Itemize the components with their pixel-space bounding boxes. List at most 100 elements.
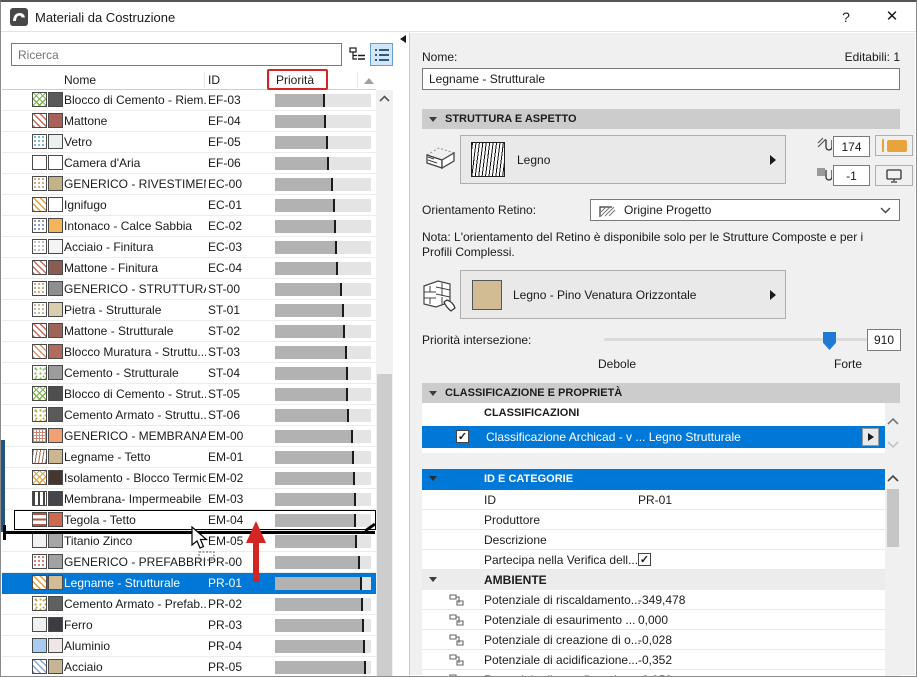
- cut-fill-icon: [425, 147, 456, 170]
- priority-bar-fill: [275, 472, 355, 485]
- priority-bar: [275, 409, 371, 422]
- priority-bar-fill: [275, 598, 364, 611]
- table-row[interactable]: Membrana- Impermeabile EM-03: [2, 489, 376, 510]
- classification-label: Classificazione Archicad - v ... Legno S…: [486, 430, 741, 444]
- fill-pattern-swatch: [471, 142, 505, 177]
- priority-bar: [275, 241, 371, 254]
- property-row[interactable]: Partecipa nella Verifica dell... ✓: [422, 550, 885, 570]
- table-row[interactable]: Aluminio PR-04: [2, 636, 376, 657]
- table-row[interactable]: GENERICO - MEMBRANA ... EM-00: [2, 426, 376, 447]
- table-row[interactable]: Blocco di Cemento - Riem... EF-03: [2, 90, 376, 111]
- help-button[interactable]: ?: [833, 6, 859, 28]
- cut-pattern-swatch: [32, 218, 47, 233]
- table-row[interactable]: Ferro PR-03: [2, 615, 376, 636]
- table-row[interactable]: Vetro EF-05: [2, 132, 376, 153]
- table-row[interactable]: Blocco di Cemento - Strut... ST-05: [2, 384, 376, 405]
- surface-color-swatch: [48, 470, 63, 485]
- table-row[interactable]: Cemento - Strutturale ST-04: [2, 363, 376, 384]
- material-id: EF-04: [208, 114, 241, 128]
- surface-selector-button[interactable]: Legno - Pino Venatura Orizzontale: [460, 270, 786, 319]
- table-row[interactable]: Mattone - Strutturale ST-02: [2, 321, 376, 342]
- table-row[interactable]: Legname - Strutturale PR-01: [2, 573, 376, 594]
- table-row[interactable]: GENERICO - RIVESTIMENT...EC-00: [2, 174, 376, 195]
- column-header-name[interactable]: Nome: [64, 73, 96, 87]
- table-row[interactable]: Ignifugo EC-01: [2, 195, 376, 216]
- material-name-input[interactable]: [422, 68, 900, 90]
- table-row[interactable]: Legname - Tetto EM-01: [2, 447, 376, 468]
- property-group-header[interactable]: ID E CATEGORIE: [422, 469, 885, 490]
- priority-bar: [275, 640, 371, 653]
- priority-bar-fill: [275, 178, 333, 191]
- panel-collapse-icon[interactable]: [400, 35, 406, 43]
- priority-bar-fill: [275, 283, 343, 296]
- table-row[interactable]: Isolamento - Blocco Termico EM-02: [2, 468, 376, 489]
- property-label: Potenziale di creazione di o...: [484, 633, 641, 647]
- pen-color-button[interactable]: [875, 135, 913, 156]
- property-group-header[interactable]: AMBIENTE: [422, 570, 885, 590]
- property-row[interactable]: Potenziale di eutrofizzazio... -0,059: [422, 670, 885, 676]
- table-row[interactable]: Cemento Armato - Struttu... ST-06: [2, 405, 376, 426]
- property-row[interactable]: Potenziale di esaurimento ... 0,000: [422, 610, 885, 630]
- table-row[interactable]: GENERICO - STRUTTURALEST-00: [2, 279, 376, 300]
- property-value[interactable]: -349,478: [638, 593, 685, 607]
- scroll-up-icon[interactable]: [379, 95, 390, 102]
- section-classification[interactable]: CLASSIFICAZIONE E PROPRIETÀ: [422, 383, 900, 403]
- orientation-label: Orientamento Retino:: [422, 203, 537, 217]
- table-row[interactable]: Mattone - Finitura EC-04: [2, 258, 376, 279]
- property-row[interactable]: Potenziale di riscaldamento... -349,478: [422, 590, 885, 610]
- property-value[interactable]: -0,028: [638, 633, 672, 647]
- column-header-priority[interactable]: Priorità: [276, 73, 314, 87]
- table-row[interactable]: Pietra - Strutturale ST-01: [2, 300, 376, 321]
- property-value[interactable]: -0,352: [638, 653, 672, 667]
- property-scrollbar[interactable]: [885, 469, 901, 676]
- table-row[interactable]: Acciaio PR-05: [2, 657, 376, 676]
- close-button[interactable]: ✕: [879, 6, 905, 28]
- classification-flyout-button[interactable]: [862, 428, 879, 446]
- materials-scrollbar[interactable]: [376, 90, 393, 676]
- priority-bar-fill: [275, 640, 366, 653]
- property-row[interactable]: Descrizione: [422, 530, 885, 550]
- property-value[interactable]: PR-01: [638, 493, 672, 507]
- property-checkbox[interactable]: ✓: [638, 553, 651, 566]
- property-row[interactable]: ID PR-01: [422, 490, 885, 510]
- property-value[interactable]: -0,059: [638, 673, 672, 676]
- material-name: Mattone - Finitura: [64, 261, 159, 275]
- surface-color-swatch: [48, 344, 63, 359]
- property-row[interactable]: Produttore: [422, 510, 885, 530]
- classification-row[interactable]: ✓ Classificazione Archicad - v ... Legno…: [422, 426, 885, 448]
- class-scroll-up-icon[interactable]: [887, 417, 899, 425]
- section-structure[interactable]: STRUTTURA E ASPETTO: [422, 109, 900, 129]
- sort-arrow-icon[interactable]: [364, 78, 374, 84]
- table-row[interactable]: GENERICO - PREFABBRICA...PR-00: [2, 552, 376, 573]
- table-row[interactable]: Titanio Zinco EM-05: [2, 531, 376, 552]
- scrollbar-thumb[interactable]: [887, 489, 899, 547]
- table-row[interactable]: Camera d'Aria EF-06: [2, 153, 376, 174]
- property-row[interactable]: Potenziale di creazione di o... -0,028: [422, 630, 885, 650]
- material-name: Legname - Strutturale: [64, 576, 181, 590]
- table-row[interactable]: Acciaio - Finitura EC-03: [2, 237, 376, 258]
- scrollbar-thumb[interactable]: [377, 374, 392, 676]
- priority-bar-fill: [275, 94, 325, 107]
- priority-value-input[interactable]: 910: [867, 329, 901, 351]
- bg-pen-input[interactable]: [833, 165, 870, 186]
- table-row[interactable]: Cemento Armato - Prefab... PR-02: [2, 594, 376, 615]
- screen-only-button[interactable]: [875, 165, 913, 186]
- table-row[interactable]: Mattone EF-04: [2, 111, 376, 132]
- orientation-dropdown[interactable]: Origine Progetto: [590, 199, 900, 221]
- cut-pattern-swatch: [32, 113, 47, 128]
- table-row[interactable]: Intonaco - Calce Sabbia EC-02: [2, 216, 376, 237]
- table-row[interactable]: Tegola - Tetto EM-04: [2, 510, 376, 531]
- scroll-up-icon[interactable]: [887, 474, 899, 482]
- fill-selector-button[interactable]: Legno: [460, 135, 786, 184]
- priority-bar: [275, 556, 371, 569]
- column-header-id[interactable]: ID: [208, 73, 220, 87]
- tree-view-button[interactable]: [346, 43, 369, 66]
- property-row[interactable]: Potenziale di acidificazione... -0,352: [422, 650, 885, 670]
- search-input[interactable]: [11, 43, 342, 66]
- class-scroll-down-icon[interactable]: [887, 441, 899, 449]
- classification-checkbox[interactable]: ✓: [456, 430, 469, 443]
- table-row[interactable]: Blocco Muratura - Struttu... ST-03: [2, 342, 376, 363]
- cut-pen-input[interactable]: [833, 136, 870, 157]
- list-view-button[interactable]: [370, 43, 393, 66]
- property-value[interactable]: 0,000: [638, 613, 668, 627]
